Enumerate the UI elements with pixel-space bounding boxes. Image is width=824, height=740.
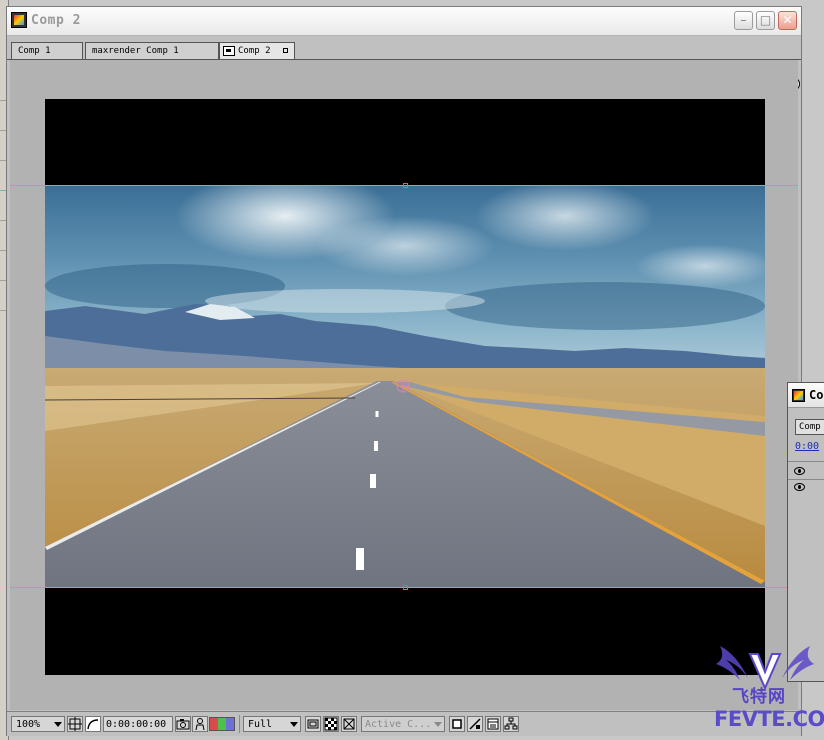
transparency-grid-button[interactable] [323, 716, 339, 732]
tab-label: maxrender Comp 1 [92, 46, 179, 56]
green-channel-swatch [218, 718, 226, 730]
title-bar[interactable]: Comp 2 – □ ✕ [7, 7, 801, 36]
fast-preview-button[interactable] [467, 716, 483, 732]
tab-label: Comp 1 [18, 46, 51, 56]
watermark-chinese-text: 飞特网 [732, 687, 786, 707]
view-value: Active C... [365, 719, 432, 730]
row-divider [788, 479, 824, 480]
comp-tab-bar: Comp 1 maxrender Comp 1 Comp 2 ▶ [7, 41, 801, 91]
secondary-panel-timecode[interactable]: 0:00 [795, 441, 819, 452]
region-of-interest-icon [307, 719, 319, 729]
comp-icon [223, 46, 235, 56]
layer-handle-bottom[interactable] [403, 585, 408, 590]
flowchart-button[interactable] [503, 716, 519, 732]
secondary-panel-title: Co [809, 388, 824, 402]
square-icon [452, 719, 462, 729]
mask-view-button[interactable] [85, 716, 101, 732]
safe-zones-icon [68, 717, 82, 731]
composition-viewer[interactable] [10, 60, 798, 710]
window-title: Comp 2 [31, 13, 81, 28]
toggle-mask-button[interactable] [341, 716, 357, 732]
toolbar-separator [239, 715, 240, 733]
eye-icon[interactable] [794, 483, 805, 491]
tab-comp-2[interactable]: Comp 2 [219, 42, 295, 59]
flowchart-icon [504, 717, 518, 730]
layer-handle-top[interactable] [403, 183, 408, 188]
checkerboard-icon [324, 717, 338, 731]
tab-label: Comp 2 [238, 46, 271, 56]
eye-icon[interactable] [794, 467, 805, 475]
blue-channel-swatch [226, 718, 234, 730]
mask-icon [87, 719, 99, 730]
minimize-button[interactable]: – [734, 11, 753, 30]
row-divider [788, 461, 824, 462]
active-camera-dropdown[interactable]: Active C... [361, 716, 445, 732]
ae-comp-icon [792, 389, 805, 402]
resolution-dropdown[interactable]: Full [243, 716, 301, 732]
tab-maxrender-comp-1[interactable]: maxrender Comp 1 [85, 42, 219, 59]
zoom-value: 100% [16, 719, 41, 730]
resolution-value: Full [248, 719, 273, 730]
maximize-button[interactable]: □ [756, 11, 775, 30]
tab-comp-1[interactable]: Comp 1 [11, 42, 83, 59]
road-landscape-image [45, 186, 765, 587]
crossed-box-icon [343, 718, 355, 730]
fevte-watermark-logo: 飞特网 FEVTE.COM [706, 636, 824, 740]
secondary-panel-tab[interactable]: Comp [795, 419, 824, 435]
timeline-icon [487, 718, 499, 730]
secondary-panel-title-bar[interactable]: Co [788, 383, 824, 408]
watermark-english-text: FEVTE.COM [714, 707, 824, 731]
show-snapshot-button[interactable] [192, 716, 208, 732]
ae-comp-icon [11, 12, 27, 28]
chevron-down-icon [290, 722, 298, 727]
red-channel-swatch [210, 718, 218, 730]
footage-layer-road[interactable] [45, 186, 765, 587]
close-button[interactable]: ✕ [778, 11, 797, 30]
snapshot-button[interactable] [175, 716, 191, 732]
magnification-dropdown[interactable]: 100% [11, 716, 65, 732]
region-of-interest-button[interactable] [305, 716, 321, 732]
fast-preview-icon [469, 718, 481, 730]
current-time-display[interactable]: 0:00:00:00 [103, 716, 173, 732]
chevron-down-icon [434, 722, 442, 727]
view-layout-button[interactable] [449, 716, 465, 732]
rgb-channel-button[interactable] [209, 717, 235, 731]
person-icon [195, 718, 205, 731]
viewer-status-bar: 100% 0:00:00:00 Full Active C... [7, 711, 801, 736]
safe-zones-button[interactable] [67, 716, 83, 732]
composition-window: Comp 2 – □ ✕ Comp 1 maxrender Comp 1 Com… [6, 6, 802, 736]
lock-icon[interactable] [283, 48, 288, 53]
timeline-button[interactable] [485, 716, 501, 732]
camera-icon [176, 719, 190, 730]
chevron-down-icon [54, 722, 62, 727]
